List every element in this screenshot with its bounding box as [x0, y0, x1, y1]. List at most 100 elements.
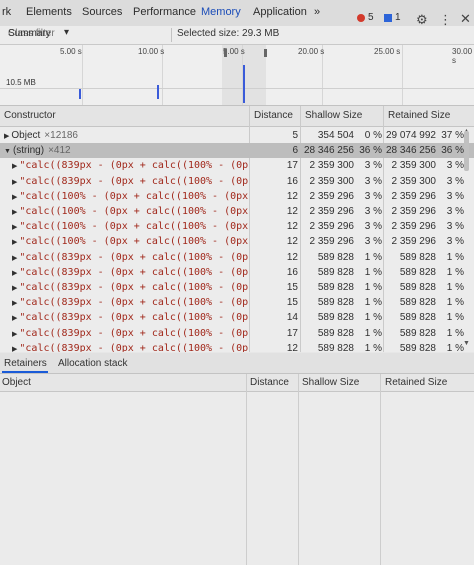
constructor-cell: ▶"calc((839px - (0px + calc((100% - (0px…	[4, 176, 248, 187]
shallow-size-cell: 589 828	[317, 312, 354, 324]
table-row[interactable]: ▶ Object ×12186 5 354 504 0 % 29 074 992 37 %	[0, 128, 474, 143]
errors-badge[interactable]: 5	[357, 12, 374, 23]
distance-cell: 5	[292, 130, 298, 141]
table-header: Constructor Distance Shallow Size Retain…	[0, 106, 474, 127]
expand-arrow-icon[interactable]: ▶	[12, 224, 17, 231]
object-header[interactable]: Object	[2, 377, 31, 388]
tab-performance[interactable]: Performance	[133, 6, 196, 18]
selection-handle[interactable]	[224, 49, 227, 57]
constructor-cell: ▶"calc((839px - (0px + calc((100% - (0px…	[4, 160, 248, 171]
table-scrollbar[interactable]: ▲ ▼	[463, 128, 470, 348]
expand-arrow-icon[interactable]: ▶	[12, 346, 17, 352]
heap-toolbar: Summary ▾ Selected size: 29.3 MB	[0, 26, 474, 45]
table-row[interactable]: ▶"calc((839px - (0px + calc((100% - (0px…	[0, 341, 474, 352]
heap-summary-table: Constructor Distance Shallow Size Retain…	[0, 106, 474, 352]
shallow-size-cell: 2 359 296	[309, 221, 355, 233]
table-row[interactable]: ▶"calc((839px - (0px + calc((100% - (0px…	[0, 158, 474, 173]
expand-arrow-icon[interactable]: ▶	[12, 300, 17, 307]
shallow-size-cell: 2 359 300	[309, 175, 355, 187]
table-row[interactable]: ▶"calc((839px - (0px + calc((100% - (0px…	[0, 310, 474, 325]
column-divider	[298, 374, 299, 565]
distance-header[interactable]: Distance	[250, 377, 289, 388]
selection-handle[interactable]	[264, 49, 267, 57]
retained-size-cell: 2 359 300	[391, 160, 437, 172]
shallow-percent-cell: 1 %	[364, 266, 382, 278]
constructor-header[interactable]: Constructor	[4, 110, 56, 121]
retained-size-cell: 589 828	[399, 312, 436, 324]
expand-arrow-icon[interactable]: ▶	[12, 163, 17, 170]
messages-badge[interactable]: 1	[384, 12, 401, 23]
close-icon[interactable]: ✕	[460, 11, 471, 27]
retained-size-cell: 29 074 992	[385, 130, 436, 141]
constructor-cell: ▼ (string) ×412	[4, 145, 248, 156]
selected-size: Selected size: 29.3 MB	[177, 28, 280, 39]
distance-cell: 15	[286, 297, 298, 309]
tab-retainers[interactable]: Retainers	[4, 358, 47, 369]
constructor-name: "calc((839px - (0px + calc((100% - (0px …	[19, 312, 248, 324]
shallow-size-cell: 589 828	[317, 251, 354, 263]
table-row[interactable]: ▶ "calc((100% - (0px + calc((100% - (0px …	[0, 204, 474, 219]
shallow-size-cell: 589 828	[317, 282, 354, 293]
shallow-percent-cell: 3 %	[364, 160, 382, 172]
tab-elements[interactable]: Elements	[26, 6, 72, 18]
scroll-down-icon[interactable]: ▼	[463, 340, 470, 347]
table-row[interactable]: ▶ "calc((100% - (0px + calc((100% - (0px …	[0, 219, 474, 234]
retained-size-cell: 2 359 296	[391, 221, 437, 233]
expand-arrow-icon[interactable]: ▶	[12, 239, 17, 246]
retained-size-header[interactable]: Retained Size	[388, 110, 450, 121]
tab-sources[interactable]: Sources	[82, 6, 122, 18]
view-select[interactable]: Summary	[8, 28, 51, 39]
expand-arrow-icon[interactable]: ▶	[12, 255, 17, 262]
retained-percent-cell: 3 %	[446, 206, 464, 217]
expand-arrow-icon[interactable]: ▶	[12, 270, 17, 277]
expand-arrow-icon[interactable]: ▶	[4, 133, 9, 140]
expand-arrow-icon[interactable]: ▶	[12, 315, 17, 322]
expand-arrow-icon[interactable]: ▶	[12, 331, 17, 338]
instance-count: ×412	[48, 145, 71, 157]
shallow-percent-cell: 0 %	[364, 130, 382, 141]
table-row[interactable]: ▶"calc((839px - (0px + calc((100% - (0px…	[0, 295, 474, 310]
retained-size-header[interactable]: Retained Size	[385, 377, 447, 388]
tab-memory[interactable]: Memory	[201, 6, 241, 18]
table-row[interactable]: ▶ "calc((100% - (0px + calc((100% - (0px …	[0, 189, 474, 204]
distance-header[interactable]: Distance	[254, 110, 293, 121]
constructor-name: "calc((839px - (0px + calc((100% - (0px …	[19, 266, 248, 278]
allocation-timeline[interactable]: 5.00 s 10.00 s 5.00 s 20.00 s 25.00 s 30…	[0, 45, 474, 106]
expand-arrow-icon[interactable]: ▶	[12, 194, 17, 201]
shallow-percent-cell: 3 %	[364, 206, 382, 217]
table-row[interactable]: ▶"calc((839px - (0px + calc((100% - (0px…	[0, 280, 474, 295]
tab-allocation-stack[interactable]: Allocation stack	[58, 358, 127, 369]
distance-cell: 12	[286, 342, 298, 352]
expand-arrow-icon[interactable]: ▶	[12, 179, 17, 186]
table-row[interactable]: ▶"calc((839px - (0px + calc((100% - (0px…	[0, 250, 474, 265]
expand-arrow-icon[interactable]: ▶	[12, 209, 17, 216]
retained-percent-cell: 3 %	[446, 190, 464, 202]
chevron-down-icon[interactable]: ▾	[64, 27, 69, 38]
table-row[interactable]: ▶"calc((839px - (0px + calc((100% - (0px…	[0, 174, 474, 189]
tab-network[interactable]: rk	[2, 6, 11, 18]
retained-size-cell: 589 828	[399, 266, 436, 278]
shallow-size-header[interactable]: Shallow Size	[302, 377, 359, 388]
scroll-thumb[interactable]	[464, 131, 469, 171]
table-row[interactable]: ▶"calc((839px - (0px + calc((100% - (0px…	[0, 326, 474, 341]
shallow-size-header[interactable]: Shallow Size	[305, 110, 362, 121]
constructor-cell: ▶"calc((839px - (0px + calc((100% - (0px…	[4, 297, 248, 308]
shallow-size-cell: 354 504	[317, 130, 354, 141]
more-tabs-button[interactable]: »	[314, 6, 320, 18]
tab-application[interactable]: Application	[253, 6, 307, 18]
shallow-percent-cell: 1 %	[364, 312, 382, 324]
table-row[interactable]: ▶"calc((839px - (0px + calc((100% - (0px…	[0, 265, 474, 280]
constructor-name: "calc((839px - (0px + calc((100% - (0px …	[19, 342, 248, 352]
error-icon	[357, 13, 365, 22]
shallow-size-cell: 589 828	[317, 297, 354, 309]
retained-size-cell: 2 359 296	[391, 206, 437, 217]
constructor-name: "calc((839px - (0px + calc((100% - (0px …	[19, 251, 248, 263]
constructor-cell: ▶"calc((839px - (0px + calc((100% - (0px…	[4, 282, 248, 293]
table-row[interactable]: ▼ (string) ×412 6 28 346 256 36 % 28 346 256 36…	[0, 143, 474, 159]
constructor-name: "calc((100% - (0px + calc((100% - (0px +…	[19, 190, 248, 202]
retained-size-cell: 589 828	[399, 342, 436, 352]
timeline-scale-label: 10.5 MB	[6, 78, 36, 87]
table-row[interactable]: ▶ "calc((100% - (0px + calc((100% - (0px …	[0, 234, 474, 249]
expand-arrow-icon[interactable]: ▶	[12, 285, 17, 292]
collapse-arrow-icon[interactable]: ▼	[4, 148, 11, 155]
